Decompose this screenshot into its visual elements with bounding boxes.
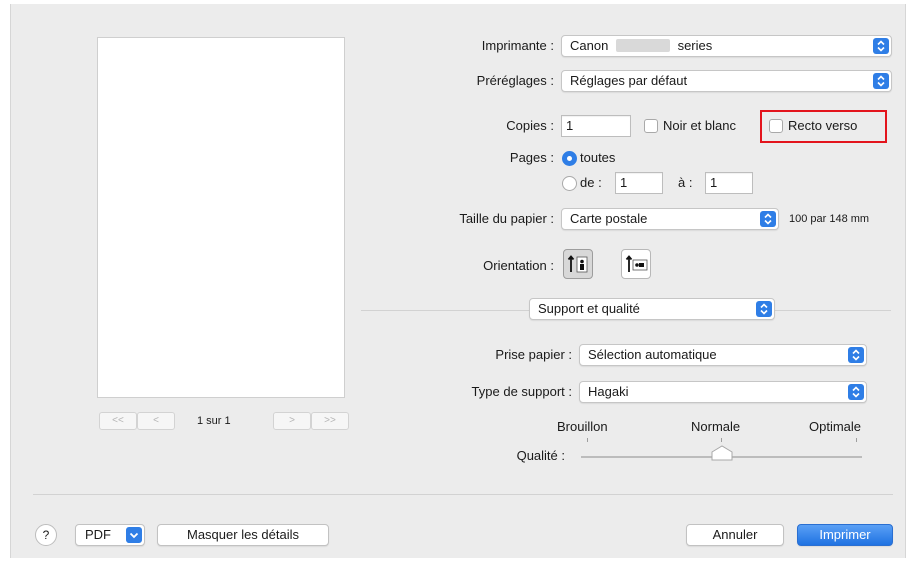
printer-model-redacted <box>615 39 670 52</box>
section-value: Support et qualité <box>538 301 640 316</box>
pages-label: Pages : <box>509 150 554 165</box>
media-type-value: Hagaki <box>588 384 629 399</box>
chevron-down-icon <box>126 527 142 543</box>
printer-select[interactable]: Canon series <box>561 35 892 57</box>
quality-tick <box>721 438 722 442</box>
orientation-portrait-button[interactable] <box>563 249 593 279</box>
orientation-landscape-button[interactable] <box>621 249 651 279</box>
paper-source-value: Sélection automatique <box>588 347 717 362</box>
paper-size-value: Carte postale <box>570 211 648 226</box>
next-page-button[interactable]: > <box>273 412 311 430</box>
pages-range-label: de : <box>580 175 602 190</box>
duplex-checkbox[interactable] <box>769 119 783 133</box>
paper-size-label: Taille du papier : <box>459 211 554 226</box>
quality-tick <box>587 438 588 442</box>
pdf-menu-button[interactable]: PDF <box>75 524 145 546</box>
section-select[interactable]: Support et qualité <box>529 298 775 320</box>
media-type-label: Type de support : <box>471 384 572 399</box>
media-type-select[interactable]: Hagaki <box>579 381 867 403</box>
chevron-updown-icon <box>848 384 864 400</box>
copies-label: Copies : <box>506 118 554 133</box>
quality-level-normal: Normale <box>691 419 741 434</box>
print-button[interactable]: Imprimer <box>797 524 893 546</box>
pdf-label: PDF <box>85 527 111 542</box>
landscape-icon <box>625 255 648 272</box>
hide-details-button[interactable]: Masquer les détails <box>157 524 329 546</box>
pages-to-label: à : <box>678 175 693 190</box>
chevron-updown-icon <box>756 301 772 317</box>
quality-level-draft: Brouillon <box>557 419 608 434</box>
chevron-updown-icon <box>873 38 889 54</box>
printer-name-prefix: Canon <box>570 38 609 53</box>
page-preview <box>97 37 345 398</box>
quality-slider-knob[interactable] <box>711 445 733 461</box>
quality-level-best: Optimale <box>809 419 862 434</box>
bw-label: Noir et blanc <box>663 118 736 133</box>
last-page-button[interactable]: >> <box>311 412 349 430</box>
copies-field[interactable]: 1 <box>561 115 631 137</box>
printer-name-suffix: series <box>677 38 713 53</box>
paper-dimensions: 100 par 148 mm <box>789 213 870 225</box>
prev-page-button[interactable]: < <box>137 412 175 430</box>
paper-size-select[interactable]: Carte postale <box>561 208 779 230</box>
chevron-updown-icon <box>848 347 864 363</box>
bw-checkbox[interactable] <box>644 119 658 133</box>
paper-source-select[interactable]: Sélection automatique <box>579 344 867 366</box>
chevron-updown-icon <box>873 73 889 89</box>
presets-value: Réglages par défaut <box>570 73 688 88</box>
cancel-button[interactable]: Annuler <box>686 524 784 546</box>
first-page-button[interactable]: << <box>99 412 137 430</box>
duplex-label: Recto verso <box>788 118 858 133</box>
presets-label: Préréglages : <box>476 73 554 88</box>
presets-select[interactable]: Réglages par défaut <box>561 70 892 92</box>
portrait-icon <box>567 255 588 273</box>
printer-label: Imprimante : <box>481 38 554 53</box>
pages-all-label: toutes <box>580 150 616 165</box>
orientation-label: Orientation : <box>483 258 554 273</box>
quality-tick <box>856 438 857 442</box>
help-button[interactable]: ? <box>35 524 57 546</box>
pages-from-field[interactable]: 1 <box>615 172 663 194</box>
pages-range-radio[interactable] <box>562 176 577 191</box>
paper-source-label: Prise papier : <box>495 347 572 362</box>
footer-separator <box>33 494 893 495</box>
pages-all-radio[interactable] <box>562 151 577 166</box>
pages-to-field[interactable]: 1 <box>705 172 753 194</box>
quality-label: Qualité : <box>516 448 565 463</box>
page-counter: 1 sur 1 <box>197 415 231 427</box>
print-dialog: << < 1 sur 1 > >> Imprimante : Canon ser… <box>10 4 906 558</box>
chevron-updown-icon <box>760 211 776 227</box>
